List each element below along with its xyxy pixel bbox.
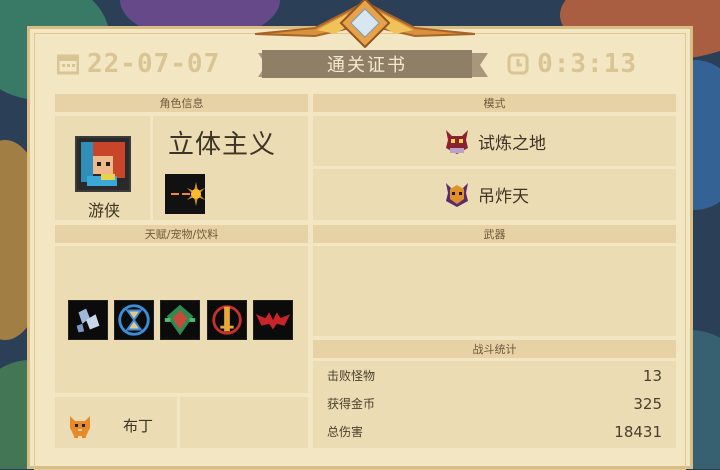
orange-cat-icon — [70, 416, 90, 438]
stat-row-damage: 总伤害 18431 — [327, 423, 662, 441]
mode-label: 试炼之地 — [478, 133, 546, 154]
stat-label: 总伤害 — [327, 425, 364, 439]
stat-label: 获得金币 — [327, 397, 376, 411]
red-bat-wings-icon — [253, 300, 293, 340]
time-text: 0:3:13 — [537, 49, 637, 79]
hero-name: 游侠 — [87, 201, 120, 220]
skin-name: 立体主义 — [168, 130, 277, 160]
crystal-shards-icon — [68, 300, 108, 340]
clock-icon — [507, 53, 529, 75]
crest-ornament-icon — [255, 0, 475, 48]
date-display: 22-07-07 — [57, 49, 220, 79]
character-info-header: 角色信息 — [55, 94, 308, 112]
calendar-icon — [57, 54, 79, 75]
mode-label: 吊炸天 — [478, 186, 529, 207]
pet-name: 布丁 — [123, 417, 154, 435]
mode-header: 模式 — [313, 94, 676, 112]
weapons-panel — [313, 246, 676, 336]
stat-value: 325 — [633, 395, 662, 413]
red-sword-shield-icon — [207, 300, 247, 340]
mode-entry-badass: 吊炸天 — [442, 179, 529, 209]
weapons-header: 武器 — [313, 225, 676, 243]
trial-demon-icon — [446, 130, 468, 154]
stats-header: 战斗统计 — [313, 340, 676, 358]
green-gem-icon — [160, 300, 200, 340]
stat-label: 击败怪物 — [327, 369, 376, 383]
hourglass-icon — [114, 300, 154, 340]
time-display: 0:3:13 — [507, 49, 637, 79]
buffs-header: 天赋/宠物/饮料 — [55, 225, 308, 243]
stat-row-kills: 击败怪物 13 — [327, 367, 662, 385]
badass-demon-icon — [446, 183, 468, 207]
stat-value: 13 — [642, 367, 662, 385]
page-title: 通关证书 — [262, 50, 472, 78]
empty-slot-panel — [180, 397, 308, 448]
stat-row-gold: 获得金币 325 — [327, 395, 662, 413]
hero-portrait-icon — [75, 136, 131, 192]
date-text: 22-07-07 — [87, 49, 221, 79]
stat-value: 18431 — [614, 423, 662, 441]
skill-bullet-icon — [165, 174, 205, 214]
mode-entry-trial: 试炼之地 — [442, 126, 546, 156]
